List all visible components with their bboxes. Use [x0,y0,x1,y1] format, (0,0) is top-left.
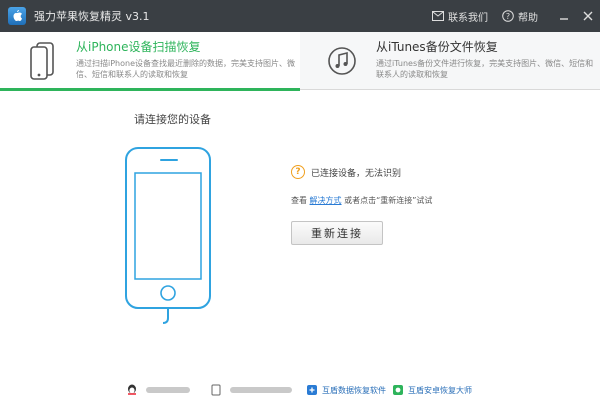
help-icon: ? [502,10,514,22]
close-icon [583,11,593,21]
close-button[interactable] [576,0,600,32]
solution-hint: 查看 解决方式 或者点击“重新连接”试试 [291,195,432,206]
contact-us-link[interactable]: 联系我们 [432,9,488,24]
contact-us-label: 联系我们 [448,12,488,24]
qq-penguin-icon [126,384,138,396]
tab-iphone-scan-title: 从iPhone设备扫描恢复 [76,40,201,54]
footer-bar: 互盾数据恢复软件 互盾安卓恢复大师 [0,372,600,409]
title-bar: 强力苹果恢复精灵 v3.1 联系我们 ? 帮助 [0,0,600,32]
tab-iphone-scan[interactable]: 从iPhone设备扫描恢复 通过扫描iPhone设备查找最近删除的数据，完美支持… [0,32,300,91]
app-logo-icon [8,7,26,25]
status-text: 已连接设备，无法识别 [311,168,402,179]
phone-contact-icon [210,384,222,396]
music-note-icon [322,38,362,84]
footer-link-data-recovery[interactable]: 互盾数据恢复软件 [306,382,386,398]
contact-icon [432,10,444,22]
status-row: ? 已连接设备，无法识别 [291,165,401,179]
tab-itunes-backup[interactable]: 从iTunes备份文件恢复 通过iTunes备份文件进行恢复，完美支持图片、微信… [300,32,600,90]
minimize-button[interactable] [552,0,576,32]
phone-icon [22,38,62,84]
solution-suffix: 或者点击“重新连接”试试 [344,196,433,205]
app-title: 强力苹果恢复精灵 v3.1 [34,10,150,23]
iphone-illustration [125,147,215,331]
tab-iphone-scan-desc: 通过扫描iPhone设备查找最近删除的数据，完美支持图片、微信、短信和联系人的读… [76,59,296,79]
mode-tabs: 从iPhone设备扫描恢复 通过扫描iPhone设备查找最近删除的数据，完美支持… [0,32,600,91]
footer-contact-qq[interactable] [126,382,190,398]
footer-contact-phone[interactable] [210,382,292,398]
solution-link[interactable]: 解决方式 [310,196,342,205]
solution-prefix: 查看 [291,196,307,205]
footer-link-data-recovery-label: 互盾数据恢复软件 [322,385,386,395]
data-recovery-app-icon [306,384,318,396]
question-mark-icon: ? [291,165,305,179]
redacted-qq-text [146,387,190,393]
redacted-phone-text [230,387,292,393]
footer-link-android-recovery-label: 互盾安卓恢复大师 [408,385,472,395]
svg-text:?: ? [506,12,510,21]
tab-itunes-backup-title: 从iTunes备份文件恢复 [376,40,498,54]
tab-itunes-backup-desc: 通过iTunes备份文件进行恢复，完美支持图片、微信、短信和联系人的读取和恢复 [376,59,594,79]
main-panel: 请连接您的设备 ? 已连接设备，无法识别 查看 解决方式 或者点击“重新连接”试… [0,91,600,371]
app-window: 强力苹果恢复精灵 v3.1 联系我们 ? 帮助 从iPhone设备扫描恢复 通过… [0,0,600,409]
minimize-icon [560,18,568,20]
reconnect-button[interactable]: 重新连接 [291,221,383,245]
help-label: 帮助 [518,12,538,24]
help-link[interactable]: ? 帮助 [502,9,538,24]
connect-heading: 请连接您的设备 [134,113,211,126]
android-recovery-app-icon [392,384,404,396]
footer-link-android-recovery[interactable]: 互盾安卓恢复大师 [392,382,472,398]
